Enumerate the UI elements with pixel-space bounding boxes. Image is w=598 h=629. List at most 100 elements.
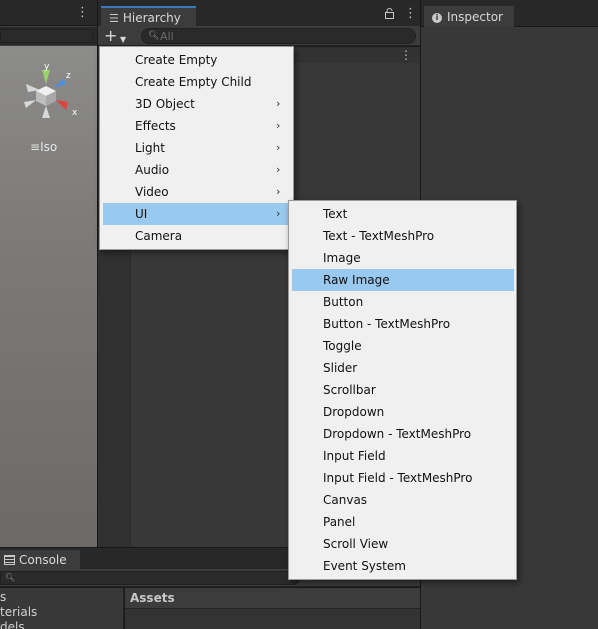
projection-label: Iso xyxy=(40,140,58,154)
create-dropdown-button[interactable]: + ▼ xyxy=(104,28,132,45)
menu-item-label: Scrollbar xyxy=(323,383,376,397)
menu-item-label: Input Field xyxy=(323,449,386,463)
breadcrumb[interactable]: Assets xyxy=(125,588,420,609)
menu-item-button-textmeshpro[interactable]: Button - TextMeshPro xyxy=(292,313,514,335)
menu-item-text[interactable]: Text xyxy=(292,203,514,225)
tab-inspector[interactable]: i Inspector xyxy=(424,6,514,27)
hierarchy-toolbar: + ▼ 🔍︎ xyxy=(98,26,420,46)
menu-item-text-textmeshpro[interactable]: Text - TextMeshPro xyxy=(292,225,514,247)
menu-item-input-field-textmeshpro[interactable]: Input Field - TextMeshPro xyxy=(292,467,514,489)
menu-item-label: Camera xyxy=(135,229,183,243)
menu-item-image[interactable]: Image xyxy=(292,247,514,269)
gizmo-x-label: x xyxy=(72,108,78,118)
chevron-right-icon: › xyxy=(276,141,281,154)
menu-item-create-empty-child[interactable]: Create Empty Child xyxy=(103,71,291,93)
scene-search-field[interactable] xyxy=(0,29,93,43)
gizmo-y-label: y xyxy=(44,62,50,72)
menu-item-video[interactable]: Video › xyxy=(103,181,291,203)
menu-item-light[interactable]: Light › xyxy=(103,137,291,159)
menu-item-label: Scroll View xyxy=(323,537,389,551)
hierarchy-search-field[interactable]: 🔍︎ xyxy=(141,28,416,44)
scene-view[interactable]: ⋮ y z x ≡Iso xyxy=(0,0,97,547)
menu-item-dropdown-textmeshpro[interactable]: Dropdown - TextMeshPro xyxy=(292,423,514,445)
tab-hierarchy-label: Hierarchy xyxy=(122,11,181,25)
menu-item-toggle[interactable]: Toggle xyxy=(292,335,514,357)
menu-item-label: Event System xyxy=(323,559,406,573)
console-icon xyxy=(4,555,15,565)
scene-toolbar xyxy=(0,27,97,45)
menu-item-scroll-view[interactable]: Scroll View xyxy=(292,533,514,555)
scene-tab-bar: ⋮ xyxy=(0,0,97,26)
chevron-right-icon: › xyxy=(276,185,281,198)
chevron-right-icon: › xyxy=(276,97,281,110)
chevron-right-icon: › xyxy=(276,163,281,176)
menu-item-label: Button - TextMeshPro xyxy=(323,317,451,331)
menu-item-audio[interactable]: Audio › xyxy=(103,159,291,181)
menu-item-label: Canvas xyxy=(323,493,368,507)
chevron-right-icon: › xyxy=(276,119,281,132)
menu-item-3d-object[interactable]: 3D Object › xyxy=(103,93,291,115)
menu-item-effects[interactable]: Effects › xyxy=(103,115,291,137)
gizmo-z-label: z xyxy=(66,71,71,81)
chevron-down-icon: ▼ xyxy=(120,35,127,44)
gizmo-x-cone[interactable] xyxy=(56,100,68,110)
tab-hierarchy[interactable]: ☰ Hierarchy xyxy=(101,6,196,27)
tab-inspector-label: Inspector xyxy=(447,10,503,24)
tab-console[interactable]: Console xyxy=(0,550,80,570)
project-folder-tree[interactable]: s terials dels xyxy=(0,588,124,629)
folder-item[interactable]: s xyxy=(0,590,6,604)
menu-item-label: UI xyxy=(135,207,148,221)
menu-item-label: Video xyxy=(135,185,169,199)
menu-item-label: Create Empty Child xyxy=(135,75,252,89)
create-context-menu: Create Empty Create Empty Child 3D Objec… xyxy=(99,46,294,250)
menu-item-label: Toggle xyxy=(323,339,362,353)
info-icon: i xyxy=(432,13,442,23)
tab-console-label: Console xyxy=(19,553,67,567)
menu-item-canvas[interactable]: Canvas xyxy=(292,489,514,511)
menu-item-event-system[interactable]: Event System xyxy=(292,555,514,577)
menu-item-label: Panel xyxy=(323,515,356,529)
menu-item-input-field[interactable]: Input Field xyxy=(292,445,514,467)
orientation-gizmo-icon[interactable]: y z x xyxy=(20,60,86,124)
folder-item[interactable]: dels xyxy=(0,620,25,629)
hamburger-icon: ≡ xyxy=(30,140,41,154)
menu-item-ui[interactable]: UI › xyxy=(103,203,291,225)
menu-item-create-empty[interactable]: Create Empty xyxy=(103,49,291,71)
menu-item-label: Button xyxy=(323,295,364,309)
menu-item-label: Audio xyxy=(135,163,170,177)
gizmo-y-cone[interactable] xyxy=(42,70,50,84)
menu-item-scrollbar[interactable]: Scrollbar xyxy=(292,379,514,401)
ui-submenu: Text Text - TextMeshPro Image Raw Image … xyxy=(288,200,517,580)
folder-item[interactable]: terials xyxy=(0,605,37,619)
menu-item-label: Raw Image xyxy=(323,273,390,287)
scene-row-more-icon[interactable]: ⋮ xyxy=(400,48,412,62)
console-search-input[interactable] xyxy=(15,572,295,584)
menu-item-label: Image xyxy=(323,251,361,265)
menu-item-label: 3D Object xyxy=(135,97,195,111)
inspector-tab-bar: i Inspector xyxy=(420,0,598,27)
menu-item-label: Dropdown - TextMeshPro xyxy=(323,427,472,441)
menu-item-label: Create Empty xyxy=(135,53,218,67)
menu-item-label: Light xyxy=(135,141,165,155)
gizmo-neg-y-cone[interactable] xyxy=(42,106,50,118)
hierarchy-more-menu-icon[interactable]: ⋮ xyxy=(404,7,417,20)
menu-item-panel[interactable]: Panel xyxy=(292,511,514,533)
menu-item-dropdown[interactable]: Dropdown xyxy=(292,401,514,423)
menu-item-raw-image[interactable]: Raw Image xyxy=(292,269,514,291)
console-search-field[interactable]: 🔍︎ xyxy=(0,571,300,585)
lock-icon[interactable] xyxy=(385,8,394,19)
project-assets-view[interactable]: Assets xyxy=(125,588,420,629)
menu-item-label: Text xyxy=(323,207,348,221)
menu-item-slider[interactable]: Slider xyxy=(292,357,514,379)
hierarchy-tab-bar: ☰ Hierarchy ⋮ xyxy=(97,0,420,27)
scene-more-menu-icon[interactable]: ⋮ xyxy=(76,6,89,19)
gizmo-z-cone[interactable] xyxy=(54,78,66,88)
search-icon: 🔍︎ xyxy=(5,573,16,582)
gizmo-neg-x-cone[interactable] xyxy=(24,100,36,108)
search-icon: 🔍︎ xyxy=(148,31,160,41)
hierarchy-search-input[interactable] xyxy=(160,29,410,43)
projection-toggle[interactable]: ≡Iso xyxy=(30,140,57,154)
menu-item-button[interactable]: Button xyxy=(292,291,514,313)
menu-item-label: Slider xyxy=(323,361,358,375)
menu-item-camera[interactable]: Camera xyxy=(103,225,291,247)
